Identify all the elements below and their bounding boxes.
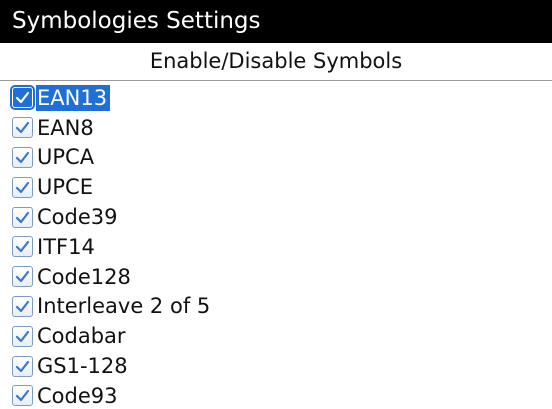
checkbox[interactable] — [12, 295, 33, 317]
checkbox[interactable] — [12, 355, 33, 377]
divider — [0, 80, 552, 81]
symbol-label: UPCA — [37, 145, 95, 170]
checkmark-icon — [15, 92, 30, 104]
symbol-label: Codabar — [37, 324, 126, 349]
checkbox[interactable] — [12, 117, 33, 139]
checkbox[interactable] — [12, 325, 33, 347]
symbol-checkbox-list: EAN13 EAN8 UPCA UPCE Code39 ITF14 Code12… — [0, 83, 552, 409]
checkmark-icon — [15, 271, 30, 283]
checkmark-icon — [15, 300, 30, 313]
symbol-label: EAN8 — [37, 115, 94, 140]
checkbox[interactable] — [12, 176, 33, 198]
symbol-row-interleave-2-of-5[interactable]: Interleave 2 of 5 — [0, 292, 552, 322]
checkmark-icon — [15, 122, 30, 134]
checkmark-icon — [15, 151, 30, 164]
symbol-label: UPCE — [37, 175, 93, 200]
symbol-label: Code93 — [37, 383, 118, 408]
symbol-row-code39[interactable]: Code39 — [0, 202, 552, 232]
symbol-row-code128[interactable]: Code128 — [0, 262, 552, 292]
symbol-row-codabar[interactable]: Codabar — [0, 321, 552, 351]
checkbox[interactable] — [12, 236, 33, 258]
symbol-row-upca[interactable]: UPCA — [0, 143, 552, 173]
checkmark-icon — [15, 181, 30, 193]
symbol-label: GS1-128 — [37, 354, 128, 379]
section-header: Enable/Disable Symbols — [149, 49, 403, 73]
symbol-row-ean13[interactable]: EAN13 — [0, 83, 552, 113]
symbol-row-ean8[interactable]: EAN8 — [0, 113, 552, 143]
checkbox[interactable] — [12, 206, 33, 228]
symbol-label: Interleave 2 of 5 — [37, 294, 211, 319]
checkmark-icon — [15, 390, 30, 402]
checkbox[interactable] — [12, 266, 33, 288]
checkbox[interactable] — [12, 87, 33, 109]
symbol-row-code93[interactable]: Code93 — [0, 381, 552, 409]
symbol-label: Code39 — [37, 205, 118, 230]
screen-title: Symbologies Settings — [0, 0, 552, 43]
checkmark-icon — [15, 211, 30, 223]
checkmark-icon — [15, 241, 30, 253]
symbol-row-gs1-128[interactable]: GS1-128 — [0, 351, 552, 381]
checkbox[interactable] — [12, 146, 33, 168]
symbol-label: EAN13 — [36, 84, 111, 111]
symbol-row-itf14[interactable]: ITF14 — [0, 232, 552, 262]
symbol-row-upce[interactable]: UPCE — [0, 172, 552, 202]
symbol-label: Code128 — [37, 264, 131, 289]
checkmark-icon — [15, 330, 30, 342]
screen: Symbologies Settings Enable/Disable Symb… — [0, 0, 552, 409]
checkmark-icon — [15, 360, 30, 372]
checkbox[interactable] — [12, 385, 33, 407]
symbol-label: ITF14 — [37, 234, 95, 259]
